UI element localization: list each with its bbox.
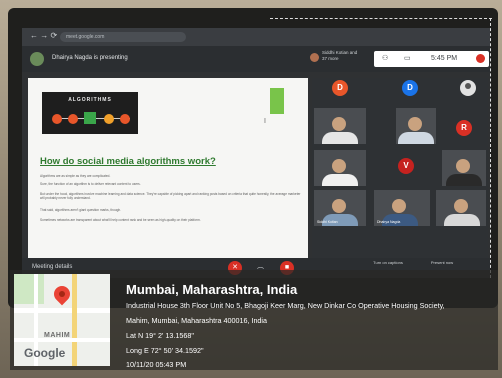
participant-video bbox=[332, 199, 346, 213]
algorithms-graphic: ALGORITHMS bbox=[42, 92, 138, 134]
dashed-border bbox=[490, 18, 491, 278]
video-tile[interactable] bbox=[314, 150, 366, 186]
slide-paragraph: That said, algorithms aren't giant quest… bbox=[40, 208, 122, 212]
participant-avatar-generic[interactable] bbox=[460, 80, 476, 96]
video-tile[interactable]: Dhairya Nagda bbox=[374, 190, 430, 226]
participant-avatar-r[interactable]: R bbox=[456, 120, 472, 136]
input-dot bbox=[68, 114, 78, 124]
participant-video bbox=[456, 159, 470, 173]
map-road bbox=[14, 308, 110, 313]
algorithms-title: ALGORITHMS bbox=[68, 97, 112, 103]
output-dot bbox=[120, 114, 130, 124]
algorithm-square bbox=[84, 112, 96, 124]
video-tile[interactable] bbox=[314, 108, 366, 144]
people-icon[interactable]: ⚇ bbox=[382, 54, 388, 62]
address-line: Mahim, Mumbai, Maharashtra 400016, India bbox=[126, 316, 268, 325]
slide-paragraph: Algorithms are as simple as they are com… bbox=[40, 174, 111, 178]
location-title: Mumbai, Maharashtra, India bbox=[126, 282, 298, 297]
dashed-border bbox=[270, 18, 492, 19]
participant-name: Siddhi Kotian bbox=[317, 220, 338, 224]
participant-video bbox=[322, 132, 358, 144]
cursor-icon: I bbox=[264, 118, 266, 125]
participant-video bbox=[332, 117, 346, 131]
captions-button[interactable]: Turn on captions bbox=[368, 260, 408, 265]
presenting-text: Dhairya Nagda is presenting bbox=[52, 55, 128, 61]
video-tile[interactable] bbox=[436, 190, 486, 226]
green-accent-bar bbox=[270, 88, 284, 114]
video-tile[interactable]: Siddhi Kotian bbox=[314, 190, 366, 226]
record-icon bbox=[476, 54, 485, 63]
participant-avatar-d[interactable]: D bbox=[332, 80, 348, 96]
video-tile[interactable] bbox=[442, 150, 486, 186]
participant-video bbox=[444, 214, 480, 226]
participant-video bbox=[398, 132, 434, 144]
top-controls: ⚇ ▭ 5:45 PM bbox=[374, 51, 489, 67]
slide-paragraph: But under the hood, algorithms involve m… bbox=[40, 192, 301, 201]
address-bar[interactable]: meet.google.com bbox=[60, 32, 186, 42]
output-dot bbox=[104, 114, 114, 124]
participants-text[interactable]: Siddhi Kotian and 37 more bbox=[322, 50, 358, 62]
participant-avatar bbox=[310, 53, 319, 62]
longitude: Long E 72° 50' 34.1592" bbox=[126, 346, 204, 355]
datetime: 10/11/20 05:43 PM bbox=[126, 360, 187, 369]
participant-video bbox=[454, 199, 468, 213]
participant-avatar-d[interactable]: D bbox=[402, 80, 418, 96]
video-tile[interactable] bbox=[396, 108, 436, 144]
browser-toolbar: ← → ⟳ meet.google.com bbox=[22, 28, 490, 46]
chat-icon[interactable]: ▭ bbox=[404, 54, 411, 62]
slide-heading: How do social media algorithms work? bbox=[40, 156, 216, 167]
laptop-screen: ← → ⟳ meet.google.com Dhairya Nagda is p… bbox=[22, 28, 490, 278]
present-now-button[interactable]: Present now bbox=[422, 260, 462, 265]
location-map: MAHIM Google bbox=[14, 274, 110, 366]
address-line: Industrial House 3th Floor Unit No 5, Bh… bbox=[126, 301, 445, 310]
participant-video bbox=[322, 174, 358, 186]
slide-paragraph: Sometimes networks are transparent about… bbox=[40, 218, 201, 222]
participant-avatar-v[interactable]: V bbox=[398, 158, 414, 174]
participant-video bbox=[332, 159, 346, 173]
google-logo: Google bbox=[24, 346, 66, 360]
presenter-avatar bbox=[30, 52, 44, 66]
map-park bbox=[14, 274, 44, 304]
participant-video bbox=[408, 117, 422, 131]
input-dot bbox=[52, 114, 62, 124]
browser-nav-icons[interactable]: ← → ⟳ bbox=[30, 31, 57, 40]
map-area-label: MAHIM bbox=[44, 332, 71, 339]
map-road bbox=[72, 274, 77, 366]
participant-video bbox=[392, 199, 406, 213]
participant-tiles: D D R V Siddhi Kotian Dhairya Nagda bbox=[312, 78, 488, 258]
presentation-slide: ALGORITHMS I How do social media algorit… bbox=[28, 78, 308, 258]
slide-paragraph: Sure, the function of an algorithm is to… bbox=[40, 182, 141, 186]
meet-header: Dhairya Nagda is presenting Siddhi Kotia… bbox=[22, 46, 490, 72]
participant-video bbox=[446, 174, 482, 186]
participant-name: Dhairya Nagda bbox=[377, 220, 401, 224]
meeting-time: 5:45 PM bbox=[431, 55, 458, 62]
location-pin-icon bbox=[50, 282, 74, 306]
latitude: Lat N 19° 2' 13.1568" bbox=[126, 331, 194, 340]
